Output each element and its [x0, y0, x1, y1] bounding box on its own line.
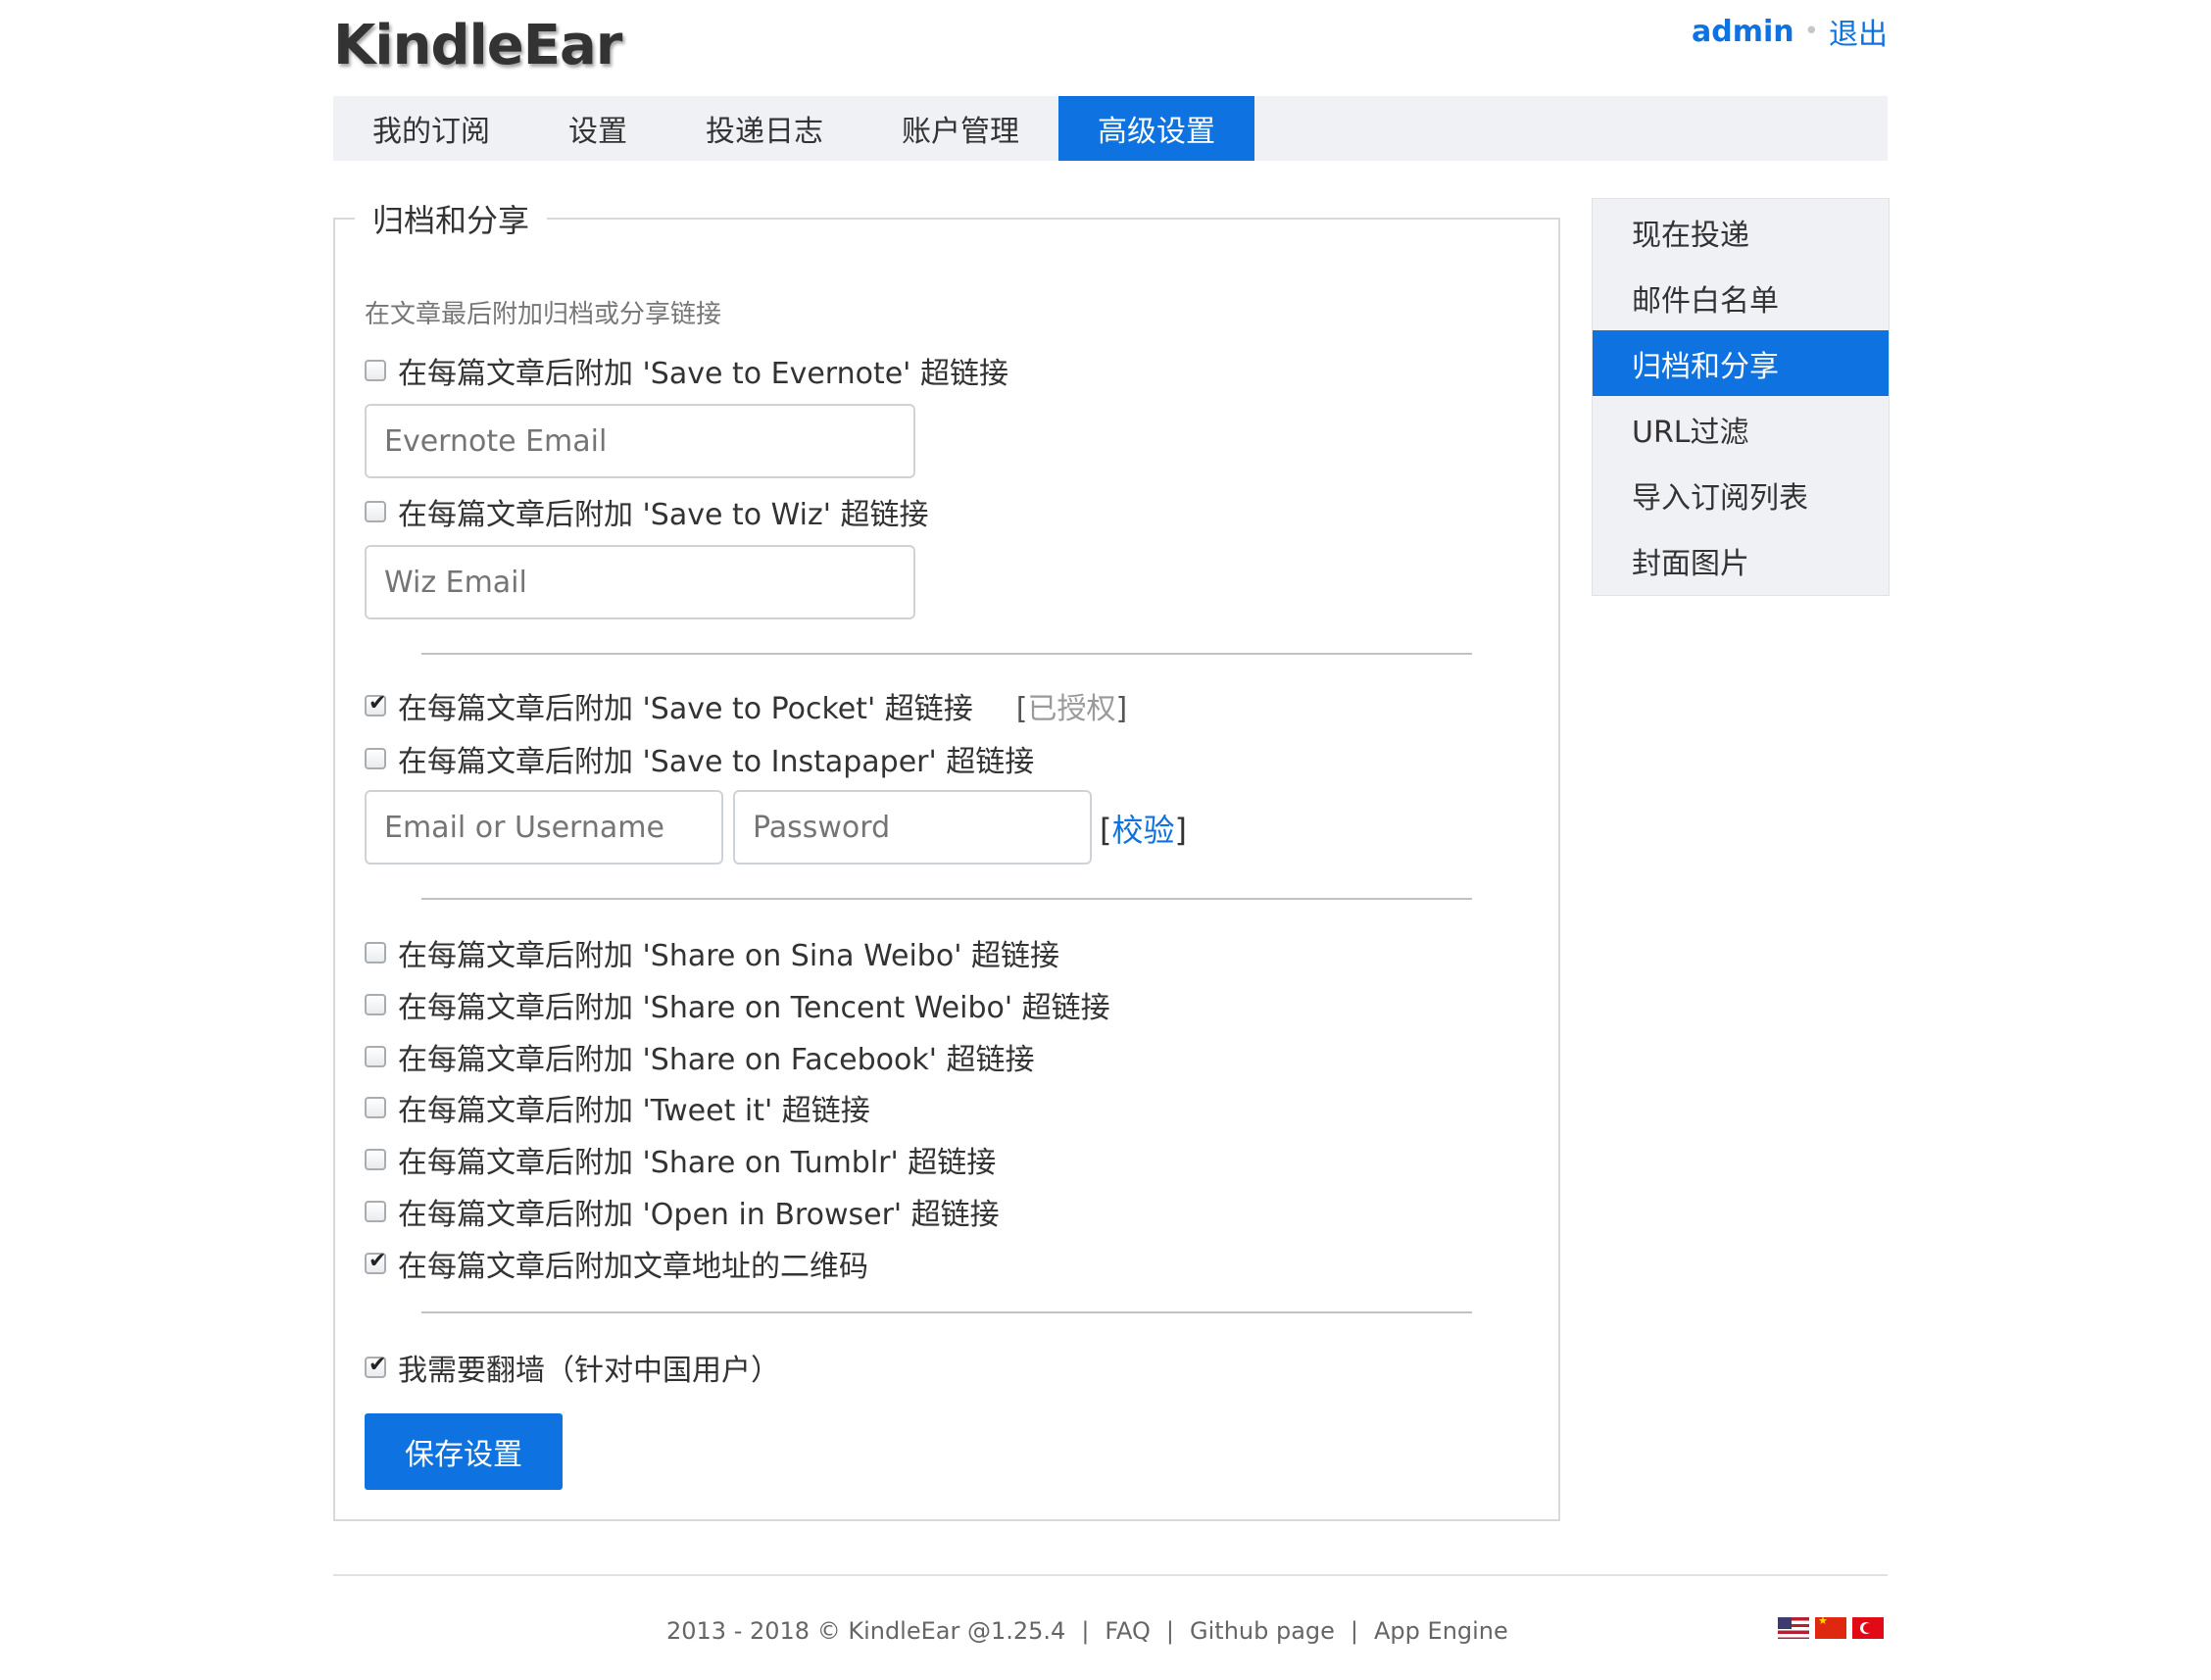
side-item-import-feeds[interactable]: 导入订阅列表 [1593, 462, 1889, 527]
share-option[interactable]: 在每篇文章后附加文章地址的二维码 [365, 1242, 868, 1285]
side-item-cover-image[interactable]: 封面图片 [1593, 527, 1889, 593]
footer-separator: | [1350, 1617, 1359, 1645]
verify-bracket-close: ] [1174, 812, 1187, 849]
instapaper-checkbox[interactable] [365, 748, 386, 769]
share-label: 在每篇文章后附加文章地址的二维码 [398, 1250, 868, 1284]
wiz-email-input[interactable] [365, 545, 915, 619]
section-hint: 在文章最后附加归档或分享链接 [365, 300, 722, 329]
share-label: 在每篇文章后附加 'Open in Browser' 超链接 [398, 1198, 1000, 1232]
pocket-label: 在每篇文章后附加 'Save to Pocket' 超链接 [398, 692, 973, 726]
footer-separator: | [1081, 1617, 1090, 1645]
share-label: 在每篇文章后附加 'Share on Tencent Weibo' 超链接 [398, 991, 1110, 1025]
sina-weibo-checkbox[interactable] [365, 942, 386, 964]
share-option[interactable]: 在每篇文章后附加 'Tweet it' 超链接 [365, 1086, 870, 1129]
share-label: 在每篇文章后附加 'Share on Sina Weibo' 超链接 [398, 939, 1059, 973]
save-settings-button[interactable]: 保存设置 [365, 1413, 563, 1490]
footer-appengine-link[interactable]: App Engine [1374, 1617, 1508, 1645]
language-flags [1778, 1617, 1884, 1639]
gfw-option[interactable]: 我需要翻墙（针对中国用户） [365, 1346, 780, 1389]
share-label: 在每篇文章后附加 'Share on Facebook' 超链接 [398, 1043, 1035, 1077]
status-bracket-open: [ [1015, 692, 1028, 726]
user-separator: • [1803, 17, 1819, 46]
fieldset-legend: 归档和分享 [355, 196, 548, 241]
tencent-weibo-checkbox[interactable] [365, 994, 386, 1015]
gfw-checkbox[interactable] [365, 1353, 386, 1378]
verify-bracket-open: [ [1100, 812, 1112, 849]
top-nav: 我的订阅 设置 投递日志 账户管理 高级设置 [333, 96, 1888, 161]
footer-faq-link[interactable]: FAQ [1105, 1617, 1151, 1645]
share-label: 在每篇文章后附加 'Tweet it' 超链接 [398, 1094, 870, 1128]
instapaper-username-input[interactable] [365, 790, 723, 865]
footer-copyright: 2013 - 2018 © KindleEar @1.25.4 [666, 1617, 1066, 1645]
pocket-status-text: 已授权 [1027, 692, 1116, 726]
verify-link[interactable]: 校验 [1111, 812, 1174, 849]
share-option[interactable]: 在每篇文章后附加 'Share on Facebook' 超链接 [365, 1035, 1035, 1078]
side-item-deliver-now[interactable]: 现在投递 [1593, 199, 1889, 265]
pocket-option[interactable]: 在每篇文章后附加 'Save to Pocket' 超链接 [已授权] [365, 684, 1127, 727]
side-menu: 现在投递 邮件白名单 归档和分享 URL过滤 导入订阅列表 封面图片 [1592, 198, 1890, 596]
section-divider [421, 1311, 1472, 1313]
footer: 2013 - 2018 © KindleEar @1.25.4 | FAQ | … [666, 1617, 1508, 1645]
footer-separator: | [1165, 1617, 1175, 1645]
tumblr-checkbox[interactable] [365, 1149, 386, 1170]
logout-link[interactable]: 退出 [1829, 10, 1888, 53]
tab-settings[interactable]: 设置 [529, 96, 666, 161]
username-link[interactable]: admin [1692, 15, 1794, 49]
app-logo: KindleEar [333, 14, 622, 77]
instapaper-label: 在每篇文章后附加 'Save to Instapaper' 超链接 [398, 745, 1035, 779]
facebook-checkbox[interactable] [365, 1046, 386, 1067]
wiz-checkbox[interactable] [365, 501, 386, 522]
tab-delivery-log[interactable]: 投递日志 [666, 96, 862, 161]
wiz-label: 在每篇文章后附加 'Save to Wiz' 超链接 [398, 498, 929, 532]
share-option[interactable]: 在每篇文章后附加 'Share on Tencent Weibo' 超链接 [365, 983, 1110, 1026]
section-divider [421, 898, 1472, 900]
tr-flag-icon[interactable] [1852, 1617, 1884, 1639]
tab-my-subscriptions[interactable]: 我的订阅 [333, 96, 529, 161]
us-flag-icon[interactable] [1778, 1617, 1809, 1639]
gfw-label: 我需要翻墙（针对中国用户） [398, 1354, 780, 1388]
qrcode-checkbox[interactable] [365, 1249, 386, 1274]
share-option[interactable]: 在每篇文章后附加 'Share on Sina Weibo' 超链接 [365, 931, 1059, 974]
side-item-archive-share[interactable]: 归档和分享 [1593, 330, 1889, 396]
evernote-checkbox[interactable] [365, 360, 386, 381]
cn-flag-icon[interactable] [1815, 1617, 1846, 1639]
tweet-checkbox[interactable] [365, 1097, 386, 1118]
instapaper-password-input[interactable] [733, 790, 1092, 865]
wiz-option[interactable]: 在每篇文章后附加 'Save to Wiz' 超链接 [365, 490, 928, 533]
tab-advanced-settings[interactable]: 高级设置 [1058, 96, 1254, 161]
pocket-auth-status: [已授权] [1016, 684, 1127, 727]
section-divider [421, 653, 1472, 655]
share-option[interactable]: 在每篇文章后附加 'Open in Browser' 超链接 [365, 1190, 1000, 1233]
open-browser-checkbox[interactable] [365, 1201, 386, 1222]
share-label: 在每篇文章后附加 'Share on Tumblr' 超链接 [398, 1146, 997, 1180]
tab-account-management[interactable]: 账户管理 [862, 96, 1058, 161]
evernote-email-input[interactable] [365, 404, 915, 478]
instapaper-option[interactable]: 在每篇文章后附加 'Save to Instapaper' 超链接 [365, 737, 1034, 780]
instapaper-verify: [校验] [1100, 806, 1187, 851]
evernote-option[interactable]: 在每篇文章后附加 'Save to Evernote' 超链接 [365, 349, 1008, 392]
side-item-mail-whitelist[interactable]: 邮件白名单 [1593, 265, 1889, 330]
footer-divider [333, 1574, 1888, 1576]
status-bracket-close: ] [1115, 692, 1128, 726]
evernote-label: 在每篇文章后附加 'Save to Evernote' 超链接 [398, 357, 1008, 391]
footer-github-link[interactable]: Github page [1190, 1617, 1335, 1645]
share-option[interactable]: 在每篇文章后附加 'Share on Tumblr' 超链接 [365, 1138, 996, 1181]
pocket-checkbox[interactable] [365, 691, 386, 716]
user-bar: admin • 退出 [1692, 10, 1888, 53]
side-item-url-filter[interactable]: URL过滤 [1593, 396, 1889, 462]
